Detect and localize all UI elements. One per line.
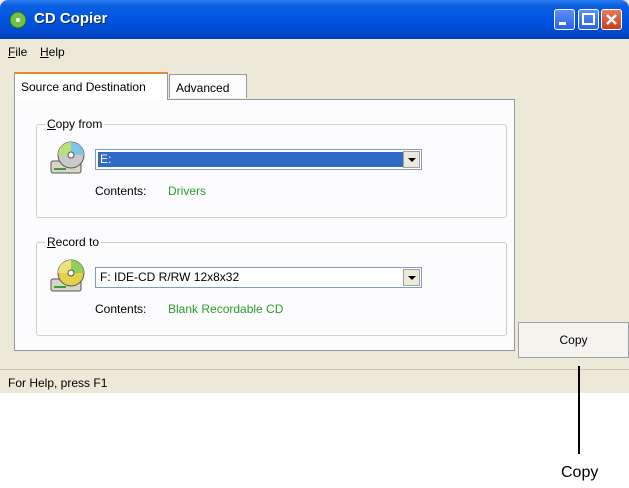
record-to-dropdown[interactable]: F: IDE-CD R/RW 12x8x32 — [95, 267, 422, 288]
chevron-down-icon[interactable] — [403, 151, 420, 168]
cd-writer-icon — [50, 259, 85, 292]
record-to-contents-label: Contents: — [95, 302, 147, 316]
callout-line — [578, 366, 580, 454]
close-icon — [606, 14, 617, 25]
record-to-drive-value: F: IDE-CD R/RW 12x8x32 — [100, 270, 240, 284]
title-bar[interactable]: CD Copier — [0, 0, 629, 39]
maximize-button[interactable] — [578, 9, 599, 30]
record-to-legend: Record to — [45, 235, 102, 249]
minimize-button[interactable] — [554, 9, 575, 30]
copy-button-label: Copy — [559, 333, 588, 347]
menu-file[interactable]: File — [8, 45, 27, 59]
app-window: CD Copier File Help Source and Destinati… — [0, 0, 629, 393]
close-button[interactable] — [601, 9, 622, 30]
status-text: For Help, press F1 — [8, 376, 108, 390]
copy-button[interactable]: Copy — [518, 322, 629, 358]
menu-help[interactable]: Help — [40, 45, 65, 59]
cd-copier-app-icon — [9, 11, 27, 29]
cd-drive-icon — [50, 141, 85, 174]
tab-advanced[interactable]: Advanced — [169, 74, 247, 98]
record-to-group: Record to F: IDE-CD R/RW 12x8x32 Content… — [36, 235, 507, 336]
minimize-icon — [559, 22, 566, 25]
window-title: CD Copier — [34, 10, 108, 27]
maximize-icon — [582, 13, 595, 25]
copy-from-contents-label: Contents: — [95, 184, 147, 198]
copy-from-legend: Copy from — [45, 117, 105, 131]
copy-from-group: Copy from E: Contents: Drivers — [36, 117, 507, 218]
chevron-down-icon[interactable] — [403, 269, 420, 286]
callout-label: Copy — [561, 464, 599, 481]
menu-bar: File Help — [0, 39, 629, 61]
status-bar: For Help, press F1 — [0, 369, 629, 393]
tab-source-and-destination[interactable]: Source and Destination — [14, 72, 168, 100]
copy-from-contents-value: Drivers — [168, 184, 206, 198]
copy-from-drive-value: E: — [98, 152, 407, 167]
tab-panel: Copy from E: Contents: Drivers Record to — [14, 99, 515, 351]
record-to-contents-value: Blank Recordable CD — [168, 302, 284, 316]
copy-from-dropdown[interactable]: E: — [95, 149, 422, 170]
